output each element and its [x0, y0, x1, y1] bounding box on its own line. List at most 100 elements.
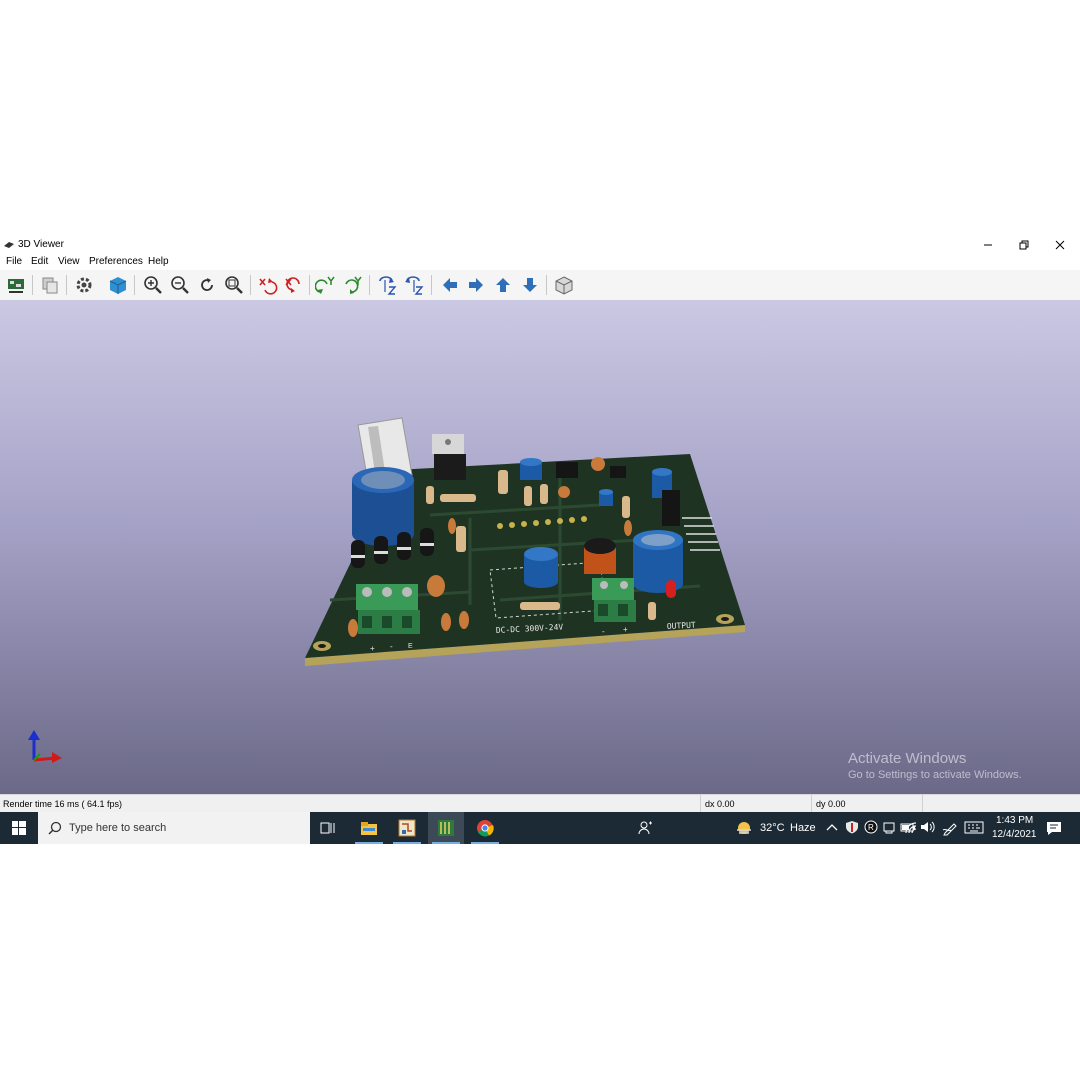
zoom-in-button[interactable] [142, 274, 164, 296]
menu-preferences[interactable]: Preferences [89, 256, 143, 267]
svg-text:R: R [868, 823, 874, 832]
activate-windows-watermark: Activate Windows Go to Settings to activ… [848, 750, 1022, 781]
toolbar-separator [250, 275, 251, 295]
pan-left-icon [443, 278, 457, 292]
pan-down-button[interactable] [519, 274, 541, 296]
menu-file[interactable]: File [6, 256, 22, 267]
settings-button[interactable] [73, 274, 95, 296]
window-title: 3D Viewer [18, 239, 64, 250]
rotate-y-cw-icon [315, 276, 335, 294]
pan-up-icon [496, 278, 510, 292]
rotate-z-ccw-icon [405, 276, 424, 295]
minimize-button[interactable] [970, 236, 1006, 254]
pan-right-icon [469, 278, 483, 292]
rotate-x-ccw-icon [285, 277, 300, 293]
wifi-icon[interactable] [904, 821, 918, 835]
status-divider [922, 795, 923, 813]
weather-temp[interactable]: 32°C [760, 822, 785, 834]
active-indicator [393, 842, 421, 844]
activate-windows-subtitle: Go to Settings to activate Windows. [848, 769, 1022, 781]
pcbnew-button[interactable] [389, 812, 425, 844]
zoom-out-icon [171, 276, 189, 294]
pan-down-icon [523, 278, 537, 292]
terminal-label-e: E [408, 643, 413, 650]
terminal-label-minus: - [390, 642, 393, 651]
menu-view[interactable]: View [58, 256, 80, 267]
rotate-z-cw-button[interactable] [376, 274, 398, 296]
output-terminal-label-plus: + [623, 625, 628, 634]
menu-help[interactable]: Help [148, 256, 169, 267]
restore-button[interactable] [1006, 236, 1042, 254]
rotate-z-ccw-button[interactable] [403, 274, 425, 296]
output-terminal-block [592, 578, 636, 622]
rotate-x-cw-button[interactable] [256, 274, 278, 296]
toolbar-separator [134, 275, 135, 295]
shield-tray-icon[interactable] [845, 820, 859, 834]
raytrace-button[interactable] [107, 274, 129, 296]
rotate-y-cw-button[interactable] [315, 274, 337, 296]
electrolytic-capacitor [524, 547, 558, 588]
task-view-button[interactable] [310, 812, 346, 844]
status-dy: dy 0.00 [816, 799, 846, 809]
ortho-view-icon [555, 276, 573, 295]
led [666, 580, 676, 598]
regulator-to220 [432, 434, 466, 480]
zoom-fit-button[interactable] [223, 274, 245, 296]
reload-board-button[interactable] [5, 274, 27, 296]
file-explorer-button[interactable] [351, 812, 387, 844]
3d-viewer-taskbar-button[interactable] [428, 812, 464, 844]
weather-haze-icon [737, 822, 751, 834]
close-button[interactable] [1042, 236, 1078, 254]
kicad-3d-icon [438, 820, 454, 836]
copy-image-button[interactable] [39, 274, 61, 296]
mosfet [662, 490, 680, 526]
keyboard-icon[interactable] [964, 821, 984, 834]
notification-icon[interactable] [1046, 821, 1062, 836]
raytrace-cube-icon [109, 277, 127, 294]
menu-edit[interactable]: Edit [31, 256, 48, 267]
toolbar-separator [431, 275, 432, 295]
chevron-up-icon[interactable] [826, 822, 838, 832]
pan-up-button[interactable] [492, 274, 514, 296]
chrome-button[interactable] [467, 812, 503, 844]
rotate-x-ccw-button[interactable] [282, 274, 304, 296]
activate-windows-title: Activate Windows [848, 750, 967, 767]
title-bar[interactable]: 3D Viewer [0, 236, 1080, 254]
terminal-label-plus: + [370, 644, 375, 653]
redraw-button[interactable] [196, 274, 218, 296]
menu-bar: File Edit View Preferences Help [0, 254, 1080, 270]
settings-icon [76, 277, 92, 293]
render-time: Render time 16 ms ( 64.1 fps) [3, 799, 123, 809]
search-icon [48, 821, 62, 835]
electrolytic-capacitor [520, 458, 542, 480]
clock-time[interactable]: 1:43 PM [996, 815, 1033, 826]
pan-left-button[interactable] [439, 274, 461, 296]
active-indicator [432, 842, 460, 844]
device-tray-icon[interactable] [882, 820, 896, 834]
start-button[interactable] [0, 812, 38, 844]
people-icon[interactable] [638, 820, 654, 836]
output-terminal-label-minus: - [602, 627, 605, 636]
rotate-y-ccw-button[interactable] [342, 274, 364, 296]
windows-logo-icon [12, 821, 26, 835]
viewer-window: 3D Viewer File Edit View Preferences Hel… [0, 236, 1080, 844]
weather-desc[interactable]: Haze [790, 822, 816, 834]
taskbar: Type here to search 32°C Haze R 1:43 PM … [0, 812, 1080, 844]
kicad-pcbnew-icon [398, 819, 416, 837]
pen-icon[interactable] [942, 820, 958, 836]
pan-right-button[interactable] [465, 274, 487, 296]
task-view-icon [320, 822, 335, 834]
3d-viewport[interactable]: DC-DC 300V-24V OUTPUT + - E - + Activate… [0, 300, 1080, 794]
zoom-out-button[interactable] [169, 274, 191, 296]
volume-icon[interactable] [920, 820, 936, 834]
clock-date[interactable]: 12/4/2021 [992, 829, 1037, 840]
toolbar [0, 270, 1080, 300]
app-tray-icon[interactable]: R [864, 820, 878, 834]
status-divider [811, 795, 812, 813]
inductor [584, 538, 616, 574]
search-box[interactable]: Type here to search [38, 812, 310, 844]
toolbar-separator [309, 275, 310, 295]
rotate-y-ccw-icon [345, 276, 362, 294]
zoom-in-icon [144, 276, 162, 294]
ortho-view-button[interactable] [553, 274, 575, 296]
